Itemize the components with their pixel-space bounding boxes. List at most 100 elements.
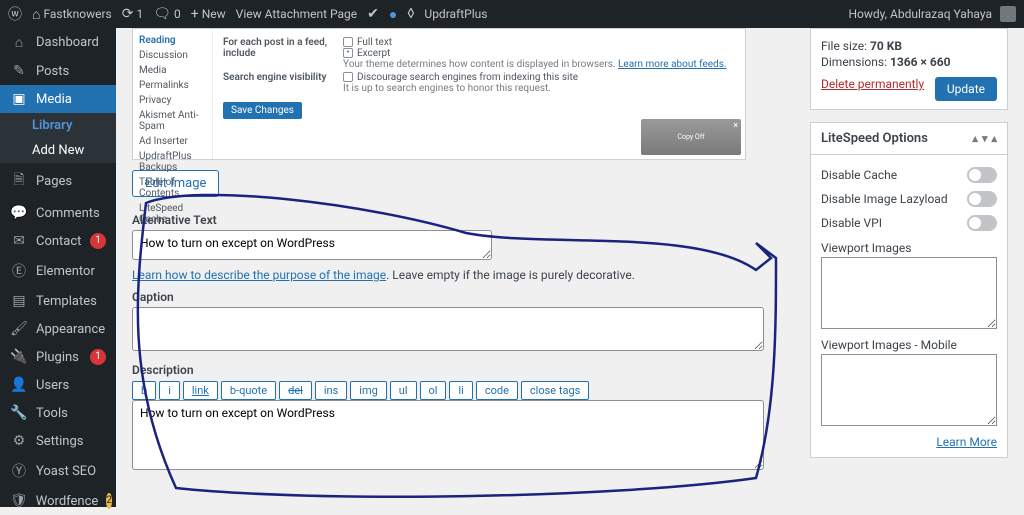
viewport-images-mobile-label: Viewport Images - Mobile xyxy=(821,338,997,352)
tab-reading[interactable]: Reading xyxy=(133,33,212,48)
learn-feeds-link[interactable]: Learn more about feeds. xyxy=(618,59,727,70)
menu-pages[interactable]: 🗎Pages xyxy=(0,163,116,199)
menu-elementor[interactable]: ⒺElementor xyxy=(0,255,116,287)
litespeed-box: LiteSpeed Options ▴▾▴ Disable Cache Disa… xyxy=(810,122,1008,458)
media-submenu: Library Add New xyxy=(0,113,116,163)
chevron-down-icon[interactable]: ▾ xyxy=(982,132,988,145)
view-attachment[interactable]: View Attachment Page xyxy=(236,7,357,21)
contact-icon: ✉ xyxy=(10,233,28,249)
menu-posts[interactable]: ✎Posts xyxy=(0,57,116,85)
tab-litespeed[interactable]: LiteSpeed Cache xyxy=(133,201,212,227)
alt-text-label: Alternative Text xyxy=(132,213,764,227)
new-content[interactable]: +New xyxy=(191,6,226,22)
menu-appearance[interactable]: 🖌Appearance xyxy=(0,315,116,343)
menu-settings[interactable]: ⚙Settings xyxy=(0,427,116,455)
collapse-icon[interactable]: ▴ xyxy=(991,132,997,145)
radio-excerpt[interactable] xyxy=(343,48,353,58)
menu-contact[interactable]: ✉Contact1 xyxy=(0,227,116,255)
qt-i[interactable]: i xyxy=(159,381,180,400)
updraftplus[interactable]: UpdraftPlus xyxy=(424,7,487,21)
posts-icon: ✎ xyxy=(10,63,28,79)
menu-yoast[interactable]: ⓎYoast SEO xyxy=(0,455,116,487)
menu-dashboard[interactable]: ⌂Dashboard xyxy=(0,28,116,57)
qt-close[interactable]: close tags xyxy=(521,381,589,400)
tab-media[interactable]: Media xyxy=(133,63,212,78)
greeting[interactable]: Howdy, Abdulrazaq Yahaya xyxy=(848,7,992,21)
tab-toc[interactable]: Table of Contents xyxy=(133,175,212,201)
submenu-library[interactable]: Library xyxy=(0,113,116,138)
tab-privacy[interactable]: Privacy xyxy=(133,93,212,108)
status-dot[interactable]: ● xyxy=(389,6,397,23)
qt-del[interactable]: del xyxy=(279,381,312,400)
tab-discussion[interactable]: Discussion xyxy=(133,48,212,63)
wp-logo[interactable]: ⓦ xyxy=(8,4,22,24)
ls-disable-vpi-label: Disable VPI xyxy=(821,216,882,230)
avatar[interactable] xyxy=(1000,6,1016,22)
feed-help: Your theme determines how content is dis… xyxy=(343,59,727,70)
caption-input[interactable] xyxy=(132,307,764,351)
menu-media[interactable]: ▣Media xyxy=(0,85,116,113)
learn-more-link[interactable]: Learn More xyxy=(936,435,997,449)
feed-label: For each post in a feed, include xyxy=(223,37,343,70)
site-name[interactable]: ⌂Fastknowers xyxy=(32,6,112,23)
cache-icon[interactable]: ◊ xyxy=(407,6,414,22)
ls-disable-cache-toggle[interactable] xyxy=(967,167,997,183)
alt-help-rest: . Leave empty if the image is purely dec… xyxy=(386,268,635,282)
sev-check-label: Discourage search engines from indexing … xyxy=(357,72,578,83)
qt-ins[interactable]: ins xyxy=(315,381,347,400)
comments-icon: 💬 xyxy=(10,205,28,221)
tab-ad-inserter[interactable]: Ad Inserter xyxy=(133,134,212,149)
media-icon: ▣ xyxy=(10,91,28,107)
qt-ol[interactable]: ol xyxy=(420,381,447,400)
thumb-overlay: × Copy Off xyxy=(641,119,741,155)
pages-icon: 🗎 xyxy=(10,169,28,193)
menu-plugins[interactable]: 🔌Plugins1 xyxy=(0,343,116,371)
viewport-images-input[interactable] xyxy=(821,257,997,329)
yoast-icon[interactable]: ✔ xyxy=(367,6,379,22)
alt-help-link[interactable]: Learn how to describe the purpose of the… xyxy=(132,268,386,282)
menu-users[interactable]: 👤Users xyxy=(0,371,116,399)
attachment-form: Alternative Text Learn how to describe t… xyxy=(132,213,764,474)
yoast-icon: Ⓨ xyxy=(10,461,28,481)
tools-icon: 🔧 xyxy=(10,405,28,421)
chevron-up-icon[interactable]: ▴ xyxy=(972,132,978,145)
menu-comments[interactable]: 💬Comments xyxy=(0,199,116,227)
qt-ul[interactable]: ul xyxy=(390,381,417,400)
menu-wordfence[interactable]: 🛡Wordfence2 xyxy=(0,487,116,515)
description-label: Description xyxy=(132,363,764,377)
qt-b[interactable]: b xyxy=(132,381,156,400)
main-content: Reading Discussion Media Permalinks Priv… xyxy=(116,28,1024,507)
qt-img[interactable]: img xyxy=(350,381,387,400)
tab-permalinks[interactable]: Permalinks xyxy=(133,78,212,93)
templates-icon: ▤ xyxy=(10,293,28,309)
ls-disable-cache-label: Disable Cache xyxy=(821,168,897,182)
tab-updraft[interactable]: UpdraftPlus Backups xyxy=(133,149,212,175)
sev-checkbox[interactable] xyxy=(343,72,353,82)
dimensions: Dimensions: 1366 × 660 xyxy=(821,55,997,69)
menu-tools[interactable]: 🔧Tools xyxy=(0,399,116,427)
ls-disable-lazyload-label: Disable Image Lazyload xyxy=(821,192,948,206)
ls-disable-vpi-toggle[interactable] xyxy=(967,215,997,231)
qt-bquote[interactable]: b-quote xyxy=(221,381,276,400)
ls-disable-lazyload-toggle[interactable] xyxy=(967,191,997,207)
attachment-preview: Reading Discussion Media Permalinks Priv… xyxy=(132,28,746,160)
submenu-add-new[interactable]: Add New xyxy=(0,138,116,163)
publish-box: File size: 70 KB Dimensions: 1366 × 660 … xyxy=(810,28,1008,110)
qt-link[interactable]: link xyxy=(183,381,218,400)
delete-permanently[interactable]: Delete permanently xyxy=(821,77,924,91)
alt-text-input[interactable] xyxy=(132,230,492,260)
viewport-images-mobile-input[interactable] xyxy=(821,354,997,426)
qt-li[interactable]: li xyxy=(449,381,472,400)
menu-templates[interactable]: ▤Templates xyxy=(0,287,116,315)
qt-code[interactable]: code xyxy=(476,381,518,400)
radio-fulltext[interactable] xyxy=(343,37,353,47)
save-changes-button[interactable]: Save Changes xyxy=(223,102,302,119)
close-icon[interactable]: × xyxy=(733,121,738,131)
update-button[interactable]: Update xyxy=(935,77,997,101)
viewport-images-label: Viewport Images xyxy=(821,241,997,255)
comments-bubble[interactable]: 🗨0 xyxy=(153,6,181,22)
description-input[interactable] xyxy=(132,400,764,470)
alt-help: Learn how to describe the purpose of the… xyxy=(132,268,764,282)
updates[interactable]: ⟳1 xyxy=(122,6,143,22)
tab-akismet[interactable]: Akismet Anti-Spam xyxy=(133,108,212,134)
